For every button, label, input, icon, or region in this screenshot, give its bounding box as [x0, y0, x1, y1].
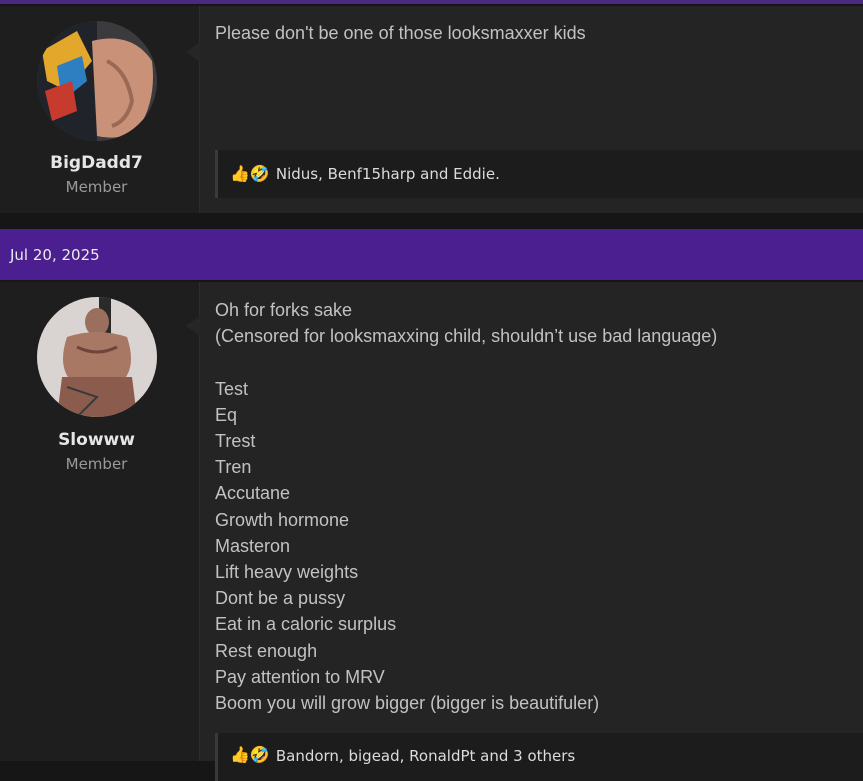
reactions-bar[interactable]: 👍 🤣 Bandorn, bigead, RonaldPt and 3 other…: [215, 733, 863, 781]
avatar[interactable]: [37, 297, 157, 417]
message-line: Pay attention to MRV: [215, 666, 385, 687]
post: BigDadd7 Member Please don't be one of t…: [0, 6, 863, 213]
message-line: Masteron: [215, 535, 291, 556]
message-line: Oh for forks sake: [215, 300, 353, 320]
message-line: ​: [215, 349, 853, 375]
user-role: Member: [65, 455, 128, 473]
user-role: Member: [65, 178, 128, 196]
user-info-column: BigDadd7 Member: [0, 6, 200, 213]
message-line: Lift heavy weights: [215, 562, 359, 583]
post-date: Jul 20, 2025: [10, 245, 100, 264]
top-accent-bar: [0, 0, 863, 4]
message-line: (Censored for looksmaxxing child, should…: [215, 326, 718, 347]
message-arrow: [186, 42, 200, 62]
post: Slowww Member Oh for forks sake (Censore…: [0, 282, 863, 781]
message-line: Eat in a caloric surplus: [215, 614, 397, 635]
message-arrow: [186, 316, 200, 336]
message-line: Boom you will grow bigger (bigger is bea…: [215, 693, 600, 714]
message-body: Oh for forks sake (Censored for looksmax…: [215, 297, 853, 716]
message-line: Accutane: [215, 483, 291, 504]
message-line: Growth hormone: [215, 509, 350, 530]
post-separator: [0, 213, 863, 228]
message-line: Eq: [215, 404, 238, 425]
message-line: Rest enough: [215, 640, 318, 661]
reactions-bar[interactable]: 👍 🤣 Nidus, Benf15harp and Eddie.: [215, 150, 863, 198]
reactions-text[interactable]: Nidus, Benf15harp and Eddie.: [276, 165, 500, 183]
message-line: Test: [215, 378, 249, 399]
laughing-face-icon: 🤣: [249, 164, 270, 183]
reaction-icons: 👍 🤣: [230, 166, 270, 182]
message-line: Dont be a pussy: [215, 588, 346, 609]
reactions-text[interactable]: Bandorn, bigead, RonaldPt and 3 others: [276, 747, 575, 765]
message-body: Please don't be one of those looksmaxxer…: [215, 20, 853, 46]
username[interactable]: Slowww: [0, 430, 193, 450]
username[interactable]: BigDadd7: [0, 153, 193, 173]
message-line: Please don't be one of those looksmaxxer…: [215, 23, 586, 43]
message-line: Trest: [215, 431, 256, 452]
user-info-column: Slowww Member: [0, 282, 200, 761]
avatar[interactable]: [37, 21, 157, 141]
thumbs-up-icon: 👍: [230, 164, 250, 183]
date-header: Jul 20, 2025: [0, 229, 863, 280]
message-line: Tren: [215, 457, 252, 478]
